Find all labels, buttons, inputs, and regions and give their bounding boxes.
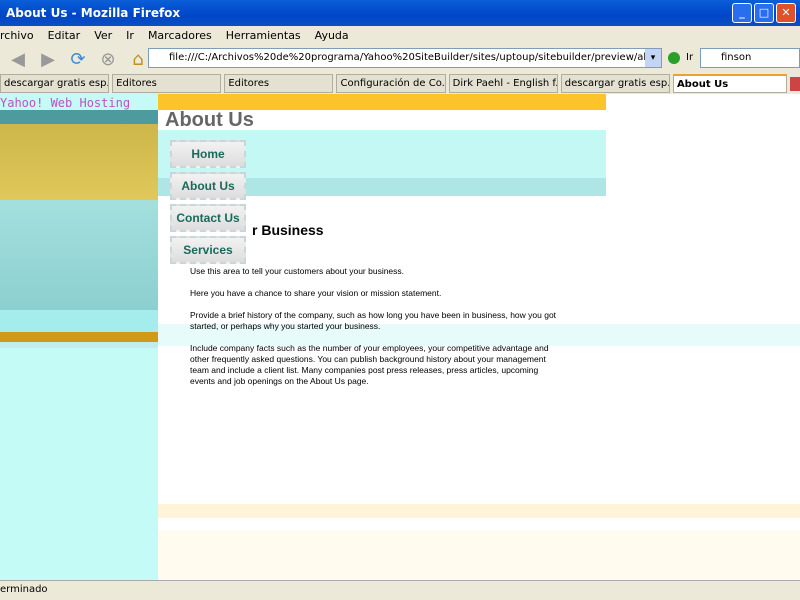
close-button[interactable]: ✕ bbox=[776, 3, 796, 23]
tab[interactable]: descargar gratis esp... bbox=[0, 74, 110, 93]
menu-marcadores[interactable]: Marcadores bbox=[148, 29, 212, 42]
page-content: Yahoo! Web Hosting About Us r Business H… bbox=[0, 94, 800, 580]
navigation-toolbar: ◀ ▶ ⟳ ⊗ ⌂ file:///C:/Archivos%20de%20pro… bbox=[0, 44, 800, 74]
paragraph: Use this area to tell your customers abo… bbox=[190, 266, 405, 276]
menu-ir[interactable]: Ir bbox=[126, 29, 134, 42]
tab-bar: descargar gratis esp... Editores Editore… bbox=[0, 74, 800, 94]
menu-archivo[interactable]: rchivo bbox=[0, 29, 34, 42]
tab[interactable]: descargar gratis esp... bbox=[560, 74, 670, 93]
search-input[interactable]: finson bbox=[700, 48, 800, 68]
tab[interactable]: Editores bbox=[224, 74, 334, 93]
menu-bar: rchivo Editar Ver Ir Marcadores Herramie… bbox=[0, 26, 800, 44]
reload-icon[interactable]: ⟳ bbox=[66, 48, 90, 70]
nav-home[interactable]: Home bbox=[170, 140, 246, 168]
go-icon[interactable] bbox=[668, 52, 680, 64]
back-icon[interactable]: ◀ bbox=[6, 48, 30, 70]
left-column: Yahoo! Web Hosting bbox=[0, 94, 158, 580]
menu-ayuda[interactable]: Ayuda bbox=[315, 29, 349, 42]
body-text: Use this area to tell your customers abo… bbox=[190, 266, 560, 398]
tab[interactable]: Editores bbox=[112, 74, 222, 93]
minimize-button[interactable]: _ bbox=[732, 3, 752, 23]
home-icon[interactable]: ⌂ bbox=[126, 48, 150, 70]
status-bar: erminado bbox=[0, 580, 800, 600]
brand-text: Yahoo! Web Hosting bbox=[0, 96, 131, 110]
section-heading: r Business bbox=[252, 222, 324, 238]
maximize-button[interactable]: □ bbox=[754, 3, 774, 23]
title-bar: About Us - Mozilla Firefox _ □ ✕ bbox=[0, 0, 800, 26]
window-title: About Us - Mozilla Firefox bbox=[6, 6, 181, 20]
nav-about-us[interactable]: About Us bbox=[170, 172, 246, 200]
paragraph: Include company facts such as the number… bbox=[190, 343, 549, 386]
paragraph: Provide a brief history of the company, … bbox=[190, 310, 557, 331]
status-text: erminado bbox=[0, 584, 48, 595]
stop-icon[interactable]: ⊗ bbox=[96, 48, 120, 70]
forward-icon[interactable]: ▶ bbox=[36, 48, 60, 70]
tab-active[interactable]: About Us bbox=[672, 74, 788, 93]
menu-herramientas[interactable]: Herramientas bbox=[226, 29, 301, 42]
search-value: finson bbox=[721, 52, 752, 63]
site-nav: Home About Us Contact Us Services bbox=[170, 140, 248, 268]
tab[interactable]: Configuración de Co... bbox=[336, 74, 446, 93]
header-photo bbox=[0, 110, 158, 348]
close-tab-icon[interactable] bbox=[790, 77, 800, 91]
go-button[interactable]: Ir bbox=[686, 52, 693, 63]
decor-band bbox=[158, 504, 800, 518]
chevron-down-icon[interactable]: ▾ bbox=[645, 49, 661, 67]
url-text: file:///C:/Archivos%20de%20programa/Yaho… bbox=[169, 52, 662, 63]
tab[interactable]: Dirk Paehl - English f... bbox=[448, 74, 558, 93]
menu-editar[interactable]: Editar bbox=[48, 29, 81, 42]
url-bar[interactable]: file:///C:/Archivos%20de%20programa/Yaho… bbox=[148, 48, 662, 68]
menu-ver[interactable]: Ver bbox=[94, 29, 112, 42]
nav-contact-us[interactable]: Contact Us bbox=[170, 204, 246, 232]
paragraph: Here you have a chance to share your vis… bbox=[190, 288, 442, 298]
nav-services[interactable]: Services bbox=[170, 236, 246, 264]
header-bar bbox=[158, 94, 606, 110]
decor-band bbox=[158, 530, 800, 580]
page-title: About Us bbox=[165, 109, 254, 131]
